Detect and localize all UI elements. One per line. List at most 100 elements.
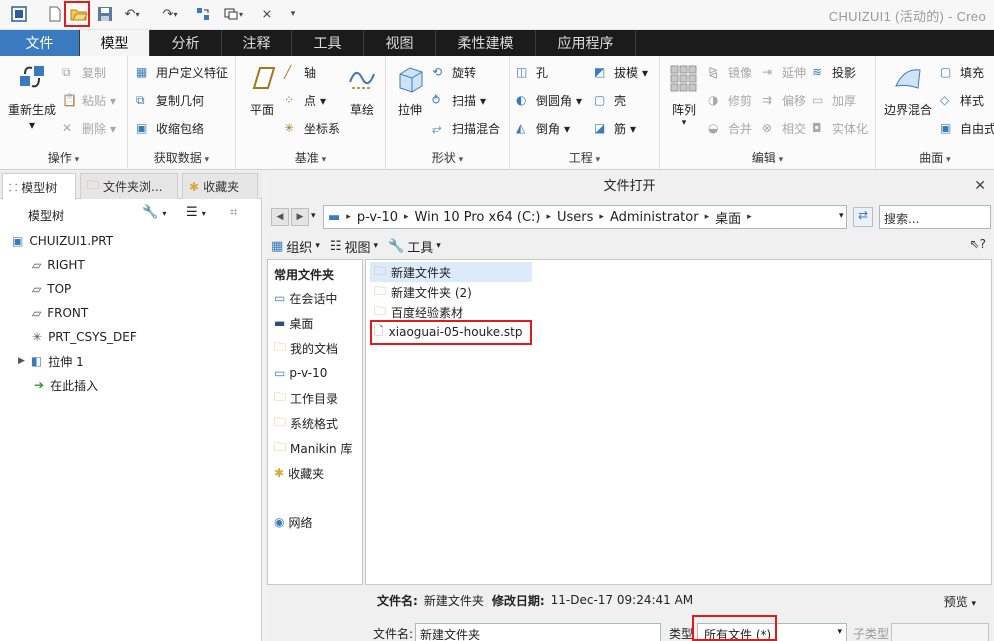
boundary-blend-button[interactable]: 边界混合 bbox=[878, 62, 938, 118]
intersect-button[interactable]: ⊗ 相交 bbox=[762, 120, 806, 137]
tree-item-front[interactable]: ▱ FRONT bbox=[32, 303, 88, 323]
group-label-surfaces[interactable]: 曲面 bbox=[876, 149, 994, 166]
udf-button[interactable]: ▦ 用户定义特征 bbox=[136, 64, 228, 81]
tab-flexible-modeling[interactable]: 柔性建模 bbox=[436, 30, 536, 56]
place-favorites[interactable]: ✱ 收藏夹 bbox=[274, 463, 324, 483]
group-label-shapes[interactable]: 形状 bbox=[386, 149, 509, 166]
tab-model[interactable]: 模型 bbox=[80, 30, 150, 56]
history-dropdown-icon[interactable]: ▾ bbox=[311, 211, 316, 221]
revolve-button[interactable]: ⟲ 旋转 bbox=[432, 64, 476, 81]
close-window-icon[interactable]: ⨯ bbox=[256, 3, 278, 25]
subtype-select[interactable] bbox=[891, 623, 989, 641]
group-label-datum[interactable]: 基准 bbox=[236, 149, 385, 166]
fill-button[interactable]: ▢ 填充 bbox=[940, 64, 984, 81]
list-item-folder[interactable]: 🗀 新建文件夹 bbox=[370, 262, 532, 282]
hole-button[interactable]: ◫ 孔 bbox=[516, 64, 548, 81]
thicken-button[interactable]: ▭ 加厚 bbox=[812, 92, 856, 109]
search-input[interactable]: 搜索... bbox=[879, 205, 991, 229]
project-button[interactable]: ≋ 投影 bbox=[812, 64, 856, 81]
group-label-operations[interactable]: 操作 bbox=[0, 149, 127, 166]
tab-model-tree[interactable]: ⸬ 模型树 bbox=[2, 173, 76, 200]
show-icon[interactable]: ☰ ▾ bbox=[186, 205, 206, 220]
breadcrumb-desktop[interactable]: 桌面 bbox=[711, 208, 745, 227]
chamfer-button[interactable]: ◭ 倒角 ▾ bbox=[516, 120, 570, 137]
tab-applications[interactable]: 应用程序 bbox=[536, 30, 636, 56]
breadcrumb-administrator[interactable]: Administrator bbox=[606, 210, 703, 225]
style-button[interactable]: ◇ 样式 bbox=[940, 92, 984, 109]
shrinkwrap-button[interactable]: ▣ 收缩包络 bbox=[136, 120, 204, 137]
path-box[interactable]: ▬ ▸ p-v-10 ▸ Win 10 Pro x64 (C:) ▸ Users… bbox=[323, 205, 847, 229]
tab-file[interactable]: 文件 bbox=[0, 30, 80, 56]
sweep-button[interactable]: ⥁ 扫描 ▾ bbox=[432, 92, 486, 109]
filename-input[interactable]: 新建文件夹 bbox=[415, 623, 661, 641]
rib-button[interactable]: ◪ 筋 ▾ bbox=[594, 120, 636, 137]
place-network[interactable]: ◉ 网络 bbox=[274, 512, 313, 532]
axis-button[interactable]: ╱ 轴 bbox=[284, 64, 316, 81]
forward-icon[interactable]: ▶ bbox=[291, 208, 309, 226]
tree-item-part[interactable]: ▣ CHUIZUI1.PRT bbox=[12, 231, 113, 251]
tab-view[interactable]: 视图 bbox=[364, 30, 436, 56]
group-label-get-data[interactable]: 获取数据 bbox=[128, 149, 235, 166]
merge-button[interactable]: ◒ 合并 bbox=[708, 120, 752, 137]
place-desktop[interactable]: ▬ 桌面 bbox=[274, 313, 313, 333]
place-working-directory[interactable]: 🗀 工作目录 bbox=[274, 388, 338, 408]
sketch-button[interactable]: 草绘 bbox=[342, 62, 382, 118]
list-item-folder[interactable]: 🗀 百度经验素材 bbox=[370, 302, 467, 322]
tree-item-top[interactable]: ▱ TOP bbox=[32, 279, 71, 299]
settings-icon[interactable]: 🔧 ▾ bbox=[142, 205, 166, 220]
paste-button[interactable]: 📋 粘贴 ▾ bbox=[62, 92, 116, 109]
tab-folder-browser[interactable]: 🗀 文件夹浏... bbox=[80, 173, 178, 199]
back-icon[interactable]: ◀ bbox=[271, 208, 289, 226]
path-dropdown-icon[interactable]: ▾ bbox=[839, 211, 844, 221]
tree-item-insert-here[interactable]: ➔ 在此插入 bbox=[34, 375, 98, 395]
array-button[interactable]: 阵列 ▾ bbox=[664, 62, 704, 128]
point-button[interactable]: ⁘ 点 ▾ bbox=[284, 92, 326, 109]
breadcrumb-computer[interactable]: p-v-10 bbox=[353, 210, 402, 225]
undo-icon[interactable]: ↶ ▾ bbox=[118, 3, 146, 25]
draft-button[interactable]: ◩ 拔模 ▾ bbox=[594, 64, 648, 81]
group-label-engineering[interactable]: 工程 bbox=[510, 149, 659, 166]
expand-arrow-icon[interactable]: ▶ bbox=[18, 356, 25, 366]
swept-blend-button[interactable]: ⥂ 扫描混合 bbox=[432, 120, 500, 137]
refresh-icon[interactable]: ⇄ bbox=[853, 207, 873, 227]
tab-analysis[interactable]: 分析 bbox=[150, 30, 222, 56]
copy-geometry-button[interactable]: ⧉ 复制几何 bbox=[136, 92, 204, 109]
new-file-icon[interactable] bbox=[44, 3, 66, 25]
save-icon[interactable] bbox=[94, 3, 116, 25]
list-item-folder[interactable]: 🗀 新建文件夹 (2) bbox=[370, 282, 476, 302]
tree-item-right[interactable]: ▱ RIGHT bbox=[32, 255, 85, 275]
preview-toggle[interactable]: 预览 ▾ bbox=[944, 593, 976, 610]
group-label-editing[interactable]: 编辑 bbox=[660, 149, 875, 166]
place-computer[interactable]: ▭ p-v-10 bbox=[274, 363, 327, 383]
regenerate-button[interactable]: 重新生成 ▾ bbox=[4, 62, 60, 132]
round-button[interactable]: ◐ 倒圆角 ▾ bbox=[516, 92, 582, 109]
app-icon[interactable] bbox=[8, 3, 30, 25]
customize-toolbar-icon[interactable]: ▾ bbox=[282, 3, 304, 25]
redo-icon[interactable]: ↷ ▾ bbox=[156, 3, 184, 25]
close-icon[interactable]: ✕ bbox=[974, 178, 986, 194]
delete-button[interactable]: ✕ 删除 ▾ bbox=[62, 120, 116, 137]
plane-button[interactable]: 平面 bbox=[240, 62, 284, 118]
organize-menu[interactable]: ▦ 组织 ▾ bbox=[271, 237, 320, 256]
windows-icon[interactable]: ▾ bbox=[216, 3, 250, 25]
mirror-button[interactable]: ⧎ 镜像 bbox=[708, 64, 752, 81]
views-menu[interactable]: ☷ 视图 ▾ bbox=[330, 237, 378, 256]
breadcrumb-users[interactable]: Users bbox=[553, 210, 597, 225]
regenerate-quick-icon[interactable] bbox=[192, 3, 214, 25]
trim-button[interactable]: ◑ 修剪 bbox=[708, 92, 752, 109]
breadcrumb-drive[interactable]: Win 10 Pro x64 (C:) bbox=[411, 210, 545, 225]
shell-button[interactable]: ▢ 壳 bbox=[594, 92, 626, 109]
filter-icon[interactable]: ⌗ bbox=[230, 205, 237, 220]
place-in-session[interactable]: ▭ 在会话中 bbox=[274, 288, 337, 308]
tree-item-extrude[interactable]: ▶ ◧ 拉伸 1 bbox=[18, 351, 84, 371]
help-icon[interactable]: ⇖? bbox=[970, 237, 986, 251]
offset-button[interactable]: ⇉ 偏移 bbox=[762, 92, 806, 109]
freestyle-button[interactable]: ▣ 自由式 bbox=[940, 120, 994, 137]
place-manikin-library[interactable]: 🗀 Manikin 库 bbox=[274, 438, 352, 458]
tools-menu[interactable]: 🔧 工具 ▾ bbox=[388, 237, 441, 256]
tab-favorites[interactable]: ✱ 收藏夹 bbox=[182, 173, 258, 199]
extrude-button[interactable]: 拉伸 bbox=[390, 62, 430, 118]
tab-tools[interactable]: 工具 bbox=[292, 30, 364, 56]
tab-annotate[interactable]: 注释 bbox=[222, 30, 292, 56]
place-my-documents[interactable]: 🗀 我的文档 bbox=[274, 338, 338, 358]
